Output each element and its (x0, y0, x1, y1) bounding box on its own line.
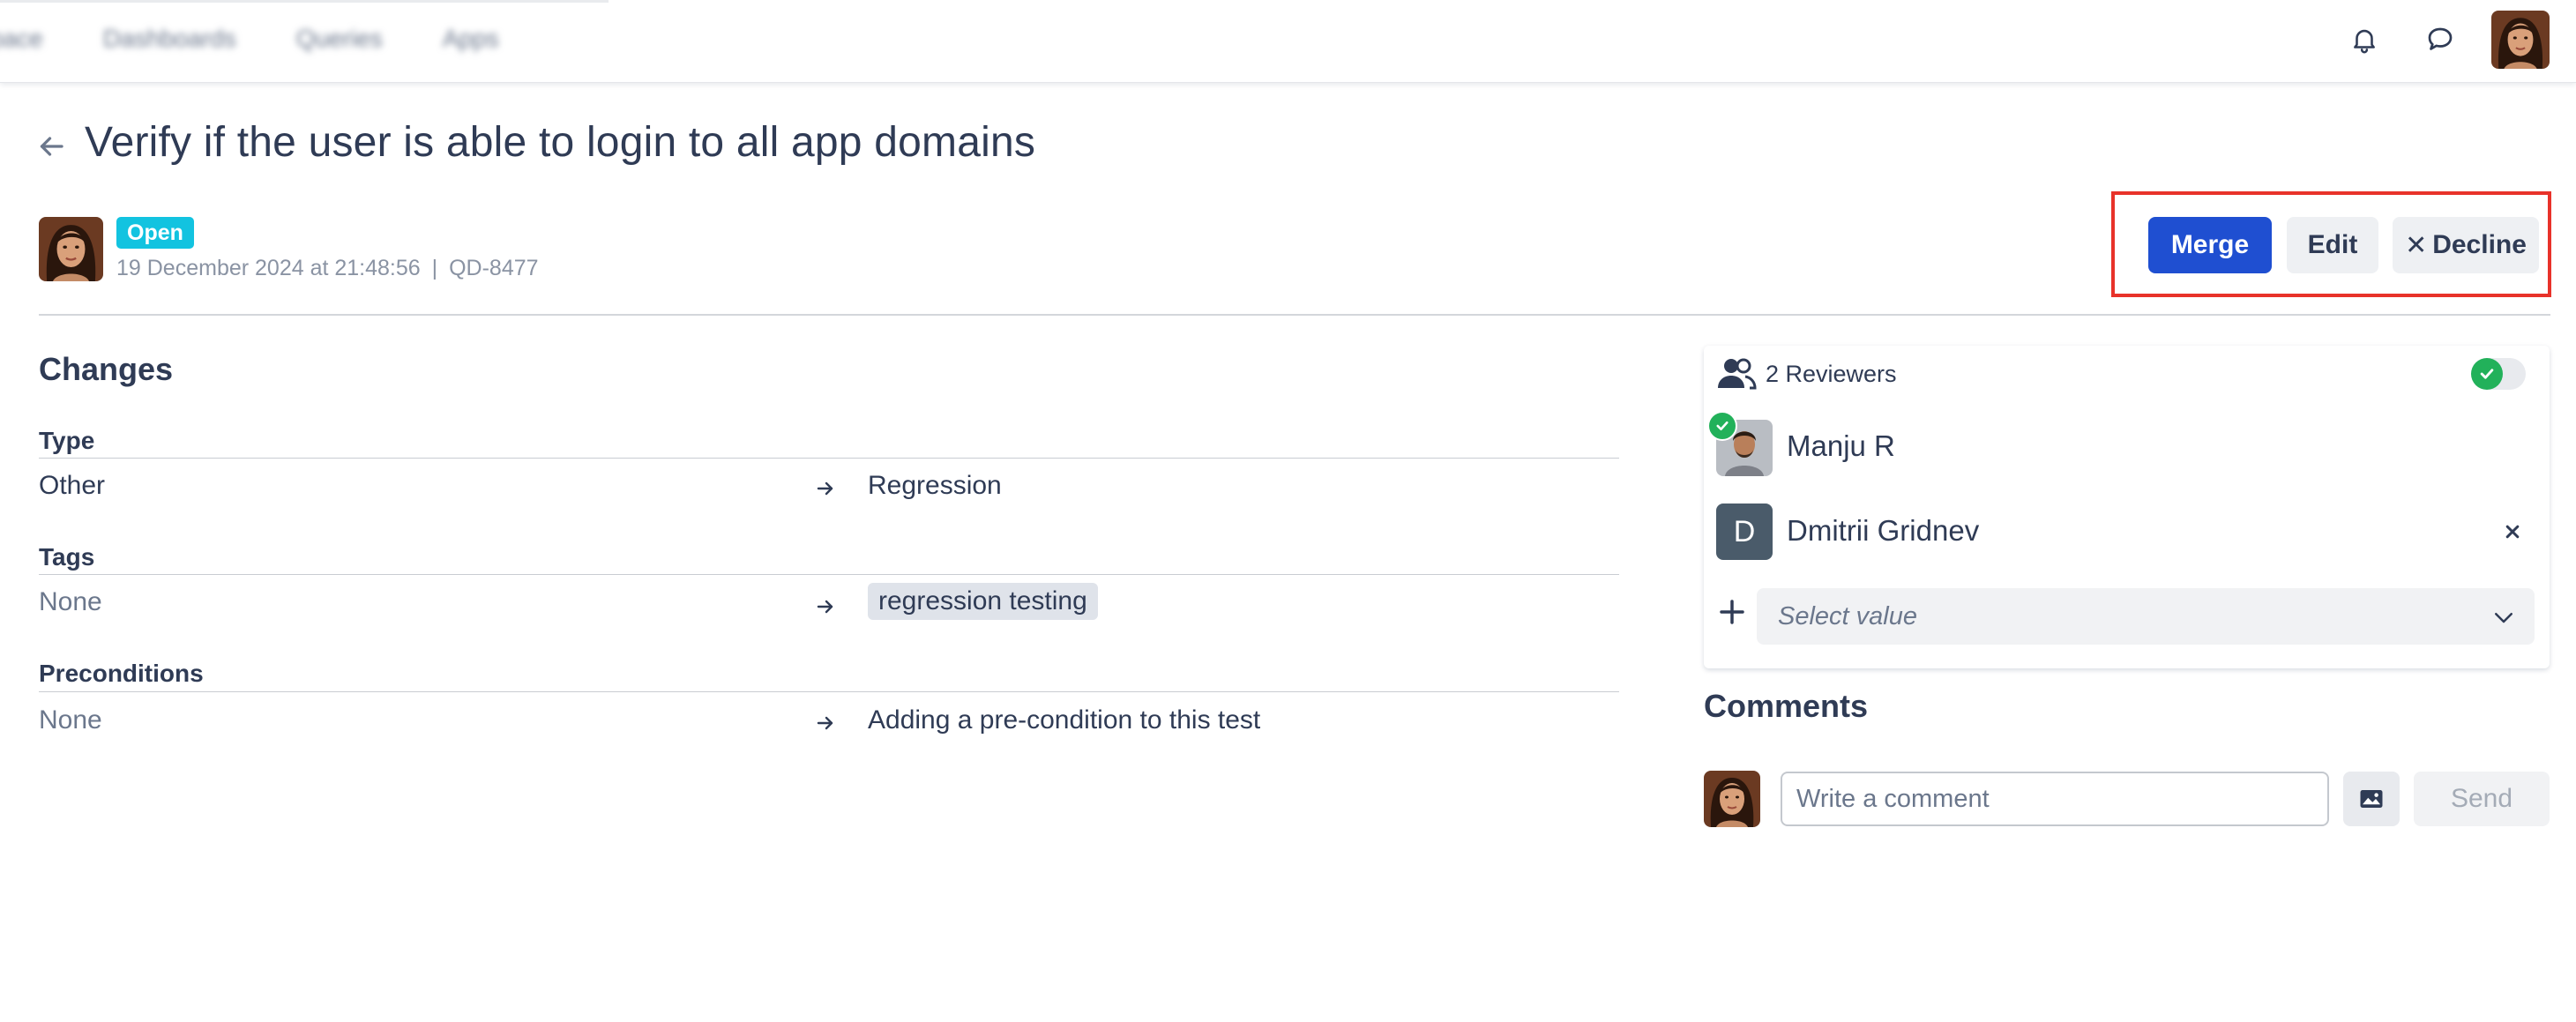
merge-button[interactable]: Merge (2148, 217, 2272, 273)
notifications-button[interactable] (2343, 19, 2386, 61)
header-divider (39, 314, 2550, 316)
status-badge: Open (116, 217, 194, 249)
back-arrow-icon[interactable] (35, 131, 67, 162)
field-label-type: Type (39, 427, 95, 454)
arrow-right-icon (817, 716, 833, 730)
close-icon: ✕ (2405, 230, 2428, 260)
issue-key: QD-8477 (449, 256, 539, 280)
chat-bubble-icon (2428, 27, 2453, 50)
current-user-avatar (1704, 771, 1760, 827)
old-value-type: Other (39, 471, 106, 500)
created-timestamp: 19 December 2024 at 21:48:56 (116, 256, 421, 280)
page-title: Verify if the user is able to login to a… (85, 119, 1036, 166)
field-divider (39, 458, 1619, 459)
nav-item-apps[interactable]: Apps (443, 25, 499, 53)
field-label-tags: Tags (39, 543, 95, 571)
attach-image-button[interactable] (2343, 772, 2400, 826)
field-divider (39, 691, 1619, 692)
field-divider (39, 574, 1619, 575)
image-icon (2360, 790, 2383, 808)
top-progress-line (0, 0, 609, 3)
new-value-type: Regression (868, 471, 1002, 500)
close-icon (2505, 525, 2520, 539)
reviewer-initial-avatar: D (1716, 504, 1773, 560)
approval-toggle[interactable] (2471, 358, 2526, 390)
decline-button-label: Decline (2432, 230, 2527, 259)
decline-button[interactable]: ✕ Decline (2393, 217, 2539, 273)
old-value-tags: None (39, 587, 102, 616)
old-value-preconditions: None (39, 705, 102, 735)
messages-button[interactable] (2419, 19, 2461, 61)
check-icon (2480, 369, 2494, 379)
edit-button[interactable]: Edit (2287, 217, 2378, 273)
nav-item-dashboards[interactable]: Dashboards (103, 25, 236, 53)
reviewer-select[interactable]: Select value (1757, 588, 2535, 645)
send-button[interactable]: Send (2414, 772, 2550, 826)
chevron-down-icon (2495, 613, 2513, 623)
user-avatar-image (2491, 11, 2550, 69)
check-icon (1716, 421, 1729, 431)
approved-badge (1707, 411, 1737, 441)
new-value-preconditions: Adding a pre-condition to this test (868, 705, 1261, 735)
nav-item-workspace[interactable]: pace (0, 25, 43, 53)
bell-icon (2354, 29, 2375, 54)
top-navigation-bar: pace Dashboards Queries Apps (0, 0, 2576, 83)
nav-item-queries[interactable]: Queries (296, 25, 383, 53)
remove-reviewer-button[interactable] (2499, 518, 2526, 545)
tag-chip: regression testing (868, 583, 1098, 620)
main-nav: pace Dashboards Queries Apps (0, 25, 559, 53)
toggle-knob (2471, 358, 2503, 390)
user-avatar[interactable] (2491, 11, 2550, 69)
plus-icon[interactable] (1718, 598, 1746, 626)
meta-info: 19 December 2024 at 21:48:56 | QD-8477 (116, 256, 539, 281)
meta-separator: | (431, 256, 438, 280)
author-avatar (39, 217, 103, 281)
reviewers-count: 2 Reviewers (1766, 361, 1897, 387)
reviewer-name: Manju R (1787, 429, 1895, 462)
arrow-right-icon (817, 600, 833, 614)
comments-title: Comments (1704, 688, 1869, 724)
comment-input[interactable] (1781, 772, 2329, 826)
people-icon (1718, 358, 1757, 390)
select-placeholder: Select value (1778, 602, 1917, 630)
changes-title: Changes (39, 351, 174, 387)
reviewer-name: Dmitrii Gridnev (1787, 514, 1980, 547)
field-label-preconditions: Preconditions (39, 660, 204, 687)
top-right-actions (2310, 11, 2550, 69)
arrow-right-icon (817, 481, 833, 496)
